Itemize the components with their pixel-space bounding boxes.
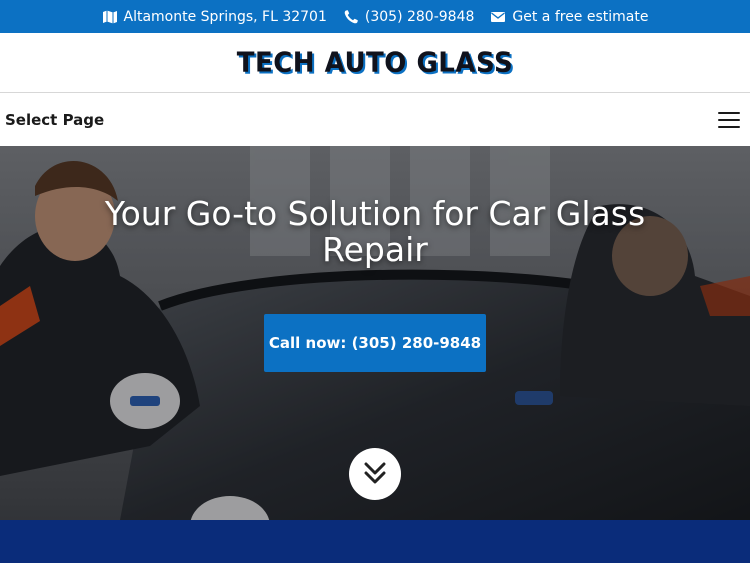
- phone-text[interactable]: (305) 280-9848: [365, 9, 475, 25]
- map-icon: [102, 9, 118, 25]
- address-item: Altamonte Springs, FL 32701: [102, 9, 327, 25]
- call-now-button[interactable]: Call now: (305) 280-9848: [264, 314, 486, 372]
- estimate-text[interactable]: Get a free estimate: [512, 9, 648, 25]
- hero-title-line-2: Repair: [322, 230, 428, 269]
- hero-section: Your Go-to Solution for Car Glass Repair…: [0, 146, 750, 520]
- scroll-down-button[interactable]: [349, 448, 401, 500]
- top-bar: Altamonte Springs, FL 32701 (305) 280-98…: [0, 0, 750, 33]
- phone-item[interactable]: (305) 280-9848: [343, 9, 475, 25]
- select-page-label[interactable]: Select Page: [5, 111, 104, 129]
- hero-title: Your Go-to Solution for Car Glass Repair: [60, 196, 690, 268]
- navigation-bar: Select Page: [0, 94, 750, 146]
- bottom-section-band: [0, 520, 750, 563]
- phone-icon: [343, 9, 359, 25]
- double-chevron-down-icon: [364, 462, 386, 484]
- estimate-item[interactable]: Get a free estimate: [490, 9, 648, 25]
- logo-area: TECH AUTO GLASS: [0, 33, 750, 93]
- hamburger-icon[interactable]: [718, 111, 740, 129]
- address-text: Altamonte Springs, FL 32701: [123, 8, 327, 25]
- hero-title-line-1: Your Go-to Solution for Car Glass: [104, 194, 646, 233]
- site-logo[interactable]: TECH AUTO GLASS: [237, 47, 514, 79]
- envelope-icon: [490, 9, 506, 25]
